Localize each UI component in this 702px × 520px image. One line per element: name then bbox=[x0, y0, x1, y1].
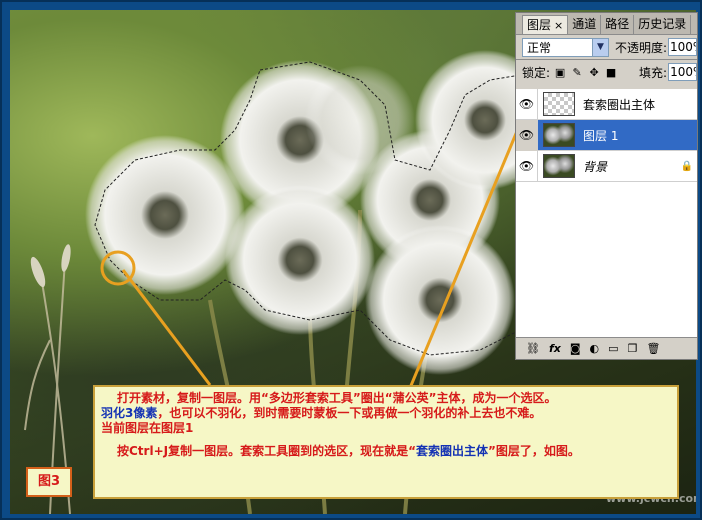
note-line-1: 打开素材，复制一图层。用“多边形套索工具”圈出“蒲公英”主体，成为一个选区。 bbox=[117, 391, 557, 405]
new-layer-icon[interactable]: ❐ bbox=[628, 342, 638, 355]
note-line-4: 按Ctrl+J复制一图层。套索工具圈到的选区，现在就是“套索圈出主体”图层了，如… bbox=[117, 444, 580, 458]
blend-mode-select[interactable]: 正常 ▼ bbox=[522, 37, 609, 57]
layer-row-background[interactable]: 👁 背景 🔒 bbox=[516, 150, 697, 182]
fill-field[interactable]: 100% bbox=[668, 63, 697, 81]
lock-all-icon[interactable]: ■ bbox=[605, 66, 617, 79]
mask-icon[interactable]: ◙ bbox=[570, 342, 581, 355]
layer-name: 背景 bbox=[583, 159, 608, 174]
chevron-down-icon[interactable]: ▼ bbox=[591, 38, 608, 56]
opacity-field[interactable]: 100% bbox=[667, 38, 697, 56]
eye-icon[interactable]: 👁 bbox=[516, 88, 538, 120]
folder-icon[interactable]: ▭ bbox=[608, 342, 618, 355]
adjustment-icon[interactable]: ◐ bbox=[590, 342, 600, 355]
fx-icon[interactable]: fx bbox=[549, 342, 561, 355]
lock-label: 锁定: bbox=[522, 65, 551, 80]
image-frame: 网 www.jcwcn.com 图层× 通道 路径 历史记录 正常 ▼ 不透明度… bbox=[0, 0, 702, 520]
layer-thumbnail bbox=[543, 123, 575, 147]
lock-paint-icon[interactable]: ✎ bbox=[571, 66, 583, 79]
fill-label: 填充: bbox=[639, 65, 668, 80]
tab-paths[interactable]: 路径 bbox=[601, 15, 635, 34]
lock-row: 锁定: ▣ ✎ ✥ ■ 填充: 100% bbox=[516, 60, 697, 84]
lock-icons: ▣ ✎ ✥ ■ bbox=[554, 66, 617, 79]
panel-toolbar: ⛓ fx ◙ ◐ ▭ ❐ 🗑 bbox=[516, 337, 697, 359]
note-line-3: 当前图层在图层1 bbox=[101, 421, 194, 435]
panel-tabs: 图层 × 通道 路径 历史记录 bbox=[516, 13, 697, 35]
layers-panel: 图层× 通道 路径 历史记录 正常 ▼ 不透明度: 100% 锁定: ▣ ✎ ✥… bbox=[515, 12, 698, 360]
layer-row-lasso[interactable]: 👁 套索圈出主体 bbox=[516, 88, 697, 120]
eye-icon[interactable]: 👁 bbox=[516, 150, 538, 182]
instruction-note: 打开素材，复制一图层。用“多边形套索工具”圈出“蒲公英”主体，成为一个选区。 羽… bbox=[93, 385, 679, 499]
close-icon[interactable]: × bbox=[554, 19, 563, 32]
layer-name: 图层 1 bbox=[583, 128, 619, 143]
layer-row-layer1[interactable]: 👁 图层 1 bbox=[516, 119, 697, 151]
note-line-2: 羽化3像素，也可以不羽化，到时需要时蒙板一下或再做一个羽化的补上去也不难。 bbox=[101, 406, 542, 420]
lock-icon: 🔒 bbox=[680, 160, 693, 172]
eye-icon[interactable]: 👁 bbox=[516, 119, 538, 151]
layer-name: 套索圈出主体 bbox=[583, 97, 656, 112]
blend-row: 正常 ▼ 不透明度: 100% bbox=[516, 35, 697, 59]
blend-mode-value: 正常 bbox=[527, 40, 552, 55]
tab-layers[interactable]: 图层 × bbox=[522, 15, 569, 34]
layer-thumbnail bbox=[543, 154, 575, 178]
lock-move-icon[interactable]: ✥ bbox=[588, 66, 600, 79]
figure-label: 图3 bbox=[26, 467, 72, 497]
link-icon[interactable]: ⛓ bbox=[526, 342, 540, 355]
opacity-label: 不透明度: bbox=[614, 40, 667, 55]
layers-list: 👁 套索圈出主体 👁 图层 1 👁 背景 🔒 bbox=[516, 88, 697, 339]
lock-transparency-icon[interactable]: ▣ bbox=[554, 66, 566, 79]
tab-history[interactable]: 历史记录 bbox=[634, 15, 692, 34]
layer-thumbnail bbox=[543, 92, 575, 116]
trash-icon[interactable]: 🗑 bbox=[646, 342, 660, 355]
tab-channels[interactable]: 通道 bbox=[568, 15, 602, 34]
